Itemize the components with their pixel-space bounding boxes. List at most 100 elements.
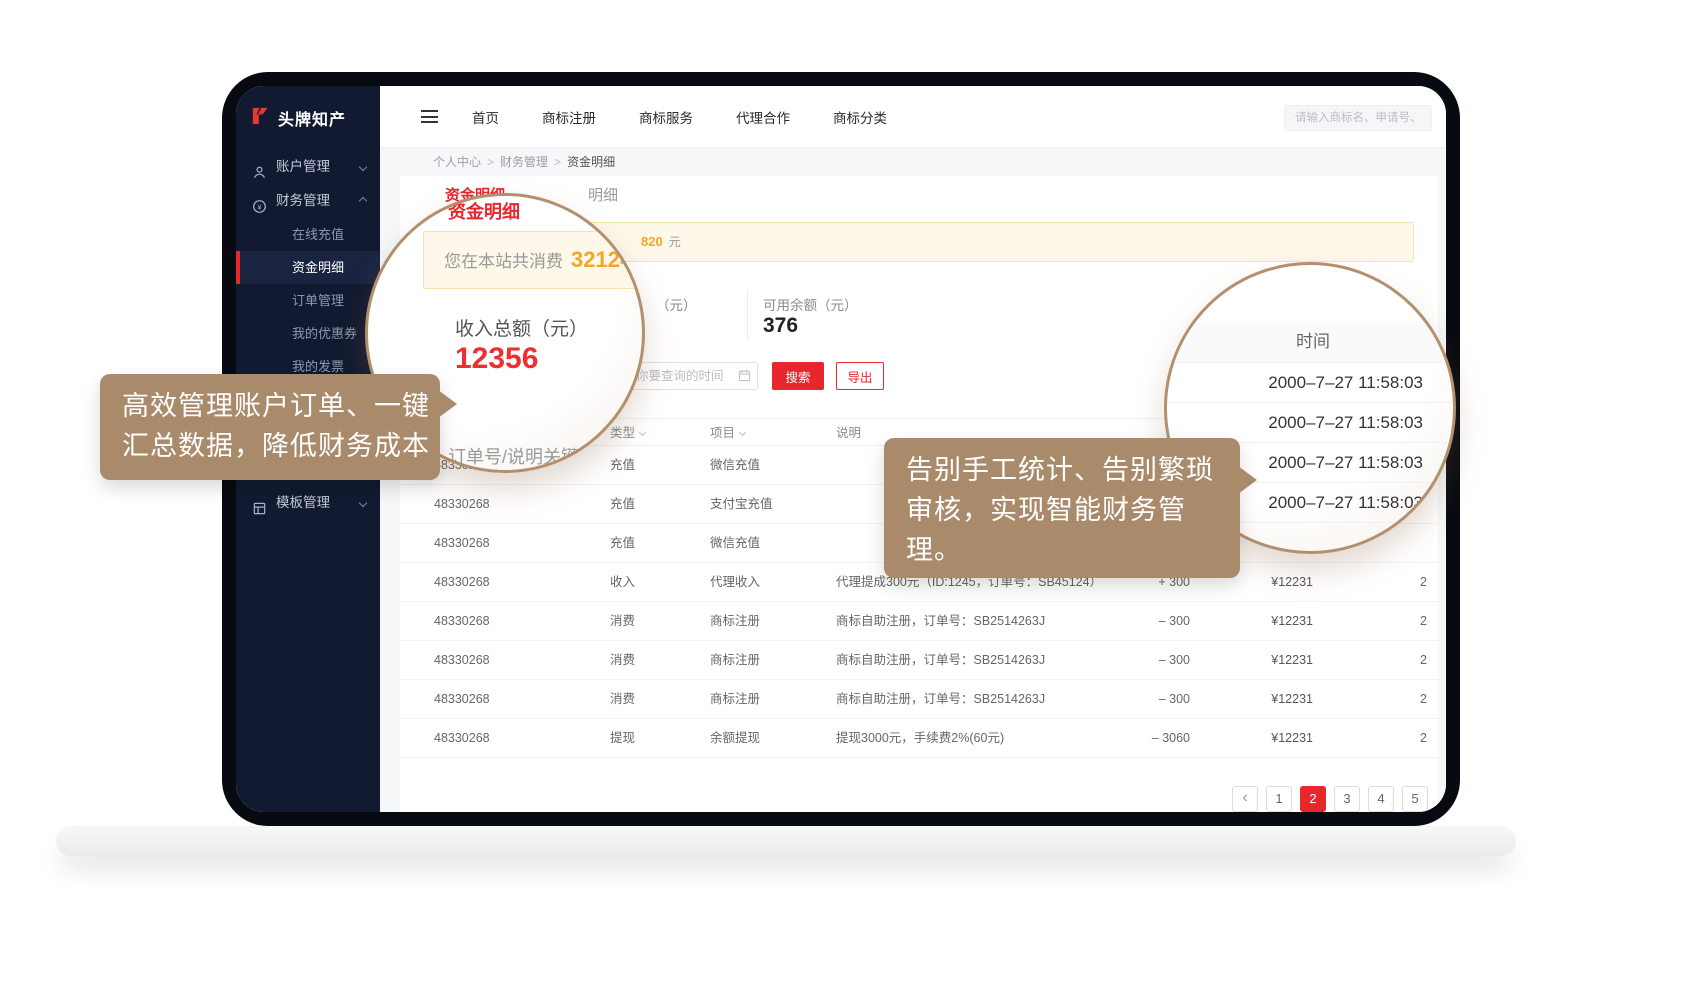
cell-project: 商标注册 — [710, 602, 760, 641]
cell-project: 微信充值 — [710, 446, 760, 485]
breadcrumb-separator: > — [487, 155, 494, 169]
cell-order: 48330268 — [434, 641, 490, 680]
search-button[interactable]: 搜索 — [772, 362, 824, 390]
magnified-time-row: 2000–7–27 11:58:03 — [1167, 363, 1456, 403]
time-column-header: 时间 — [1167, 321, 1456, 363]
cell-type: 充值 — [610, 446, 635, 485]
callout-text-line: 告别手工统计、告别繁琐 — [906, 450, 1218, 490]
sort-caret-icon — [739, 429, 746, 436]
callout-text-line: 审核，实现智能财务管 — [906, 490, 1218, 530]
nav-item-商标服务[interactable]: 商标服务 — [639, 107, 693, 127]
stat-divider — [747, 290, 748, 340]
logo-icon — [251, 106, 271, 131]
cell-type: 提现 — [610, 719, 635, 758]
table-row: 48330268消费商标注册商标自助注册，订单号：SB2514263J– 300… — [400, 602, 1438, 641]
balance-label: 可用余额（元） — [763, 294, 858, 314]
chevron-down-icon — [359, 163, 367, 171]
cell-order: 48330268 — [434, 485, 490, 524]
sidebar-item-label: 模板管理 — [276, 495, 330, 510]
cell-order: 48330268 — [434, 602, 490, 641]
cell-project: 商标注册 — [710, 680, 760, 719]
banner-visible-fragment: 820元 — [641, 223, 681, 261]
cell-type: 充值 — [610, 485, 635, 524]
cell-time-fragment: 2 — [1420, 680, 1438, 719]
table-row: 48330268消费商标注册商标自助注册，订单号：SB2514263J– 300… — [400, 641, 1438, 680]
sidebar-item-账户管理[interactable]: 账户管理 — [236, 150, 380, 184]
cell-time-fragment: 2 — [1420, 563, 1438, 602]
cell-order: 48330268 — [434, 563, 490, 602]
sidebar-item-label: 财务管理 — [276, 193, 330, 208]
breadcrumb-item-个人中心[interactable]: 个人中心 — [433, 155, 481, 169]
cell-type: 充值 — [610, 524, 635, 563]
cell-project: 微信充值 — [710, 524, 760, 563]
callout-text-line: 汇总数据，降低财务成本 — [122, 426, 418, 466]
balance-value: 376 — [763, 314, 798, 338]
nav-menu: 首页 商标注册 商标服务 代理合作 商标分类 — [472, 86, 887, 148]
chevron-up-icon — [359, 197, 367, 205]
magnified-order-header: 订单号/说明关键 — [448, 443, 579, 469]
cell-time-fragment: 2 — [1420, 641, 1438, 680]
nav-item-首页[interactable]: 首页 — [472, 107, 499, 127]
cell-type: 消费 — [610, 602, 635, 641]
cell-type: 收入 — [610, 563, 635, 602]
header-project[interactable]: 项目 — [710, 419, 745, 447]
callout-right: 告别手工统计、告别繁琐审核，实现智能财务管理。 — [884, 438, 1240, 578]
breadcrumb-item-财务管理[interactable]: 财务管理 — [500, 155, 548, 169]
sidebar-item-模板管理[interactable]: 模板管理 — [236, 486, 380, 520]
canvas: 头牌知产 账户管理¥财务管理在线充值资金明细订单管理我的优惠券我的发票模板管理 … — [0, 0, 1696, 1002]
hamburger-icon[interactable] — [421, 110, 438, 127]
top-navbar: 首页 商标注册 商标服务 代理合作 商标分类 — [380, 86, 1446, 148]
cell-description: 商标自助注册，订单号：SB2514263J — [836, 602, 1045, 641]
pagination-page-2[interactable]: 2 — [1300, 786, 1326, 812]
pagination-prev[interactable]: ‹ — [1232, 786, 1258, 812]
sidebar-item-财务管理[interactable]: ¥ 财务管理 — [236, 184, 380, 218]
svg-text:¥: ¥ — [257, 202, 262, 211]
cell-project: 支付宝充值 — [710, 485, 773, 524]
table-row: 48330268 提现 余额提现 提现3000元，手续费2%(60元) – 3060 ¥1… — [400, 719, 1438, 758]
chevron-down-icon — [359, 499, 367, 507]
pagination-page-4[interactable]: 4 — [1368, 786, 1394, 812]
cell-time-fragment: 2 — [1420, 719, 1438, 758]
sidebar-subitem-资金明细[interactable]: 资金明细 — [236, 251, 380, 284]
nav-item-代理合作[interactable]: 代理合作 — [736, 107, 790, 127]
calendar-icon[interactable] — [738, 369, 751, 387]
nav-item-商标分类[interactable]: 商标分类 — [833, 107, 887, 127]
brand-name: 头牌知产 — [278, 106, 346, 130]
magnified-banner: 您在本站共消费32124元 — [423, 231, 645, 289]
header-desc: 说明 — [836, 419, 861, 447]
cell-amount: – 300 — [1080, 680, 1190, 719]
magnified-time-row: 2000–7–27 11:58:03 — [1167, 403, 1456, 443]
sidebar-subitem-在线充值[interactable]: 在线充值 — [236, 218, 380, 251]
sidebar-subitem-订单管理[interactable]: 订单管理 — [236, 284, 380, 317]
pagination-page-3[interactable]: 3 — [1334, 786, 1360, 812]
tab-secondary-fragment[interactable]: 明细 — [588, 184, 618, 205]
cell-balance: ¥12231 — [1203, 641, 1313, 680]
cell-description: 商标自助注册，订单号：SB2514263J — [836, 641, 1045, 680]
nav-item-商标注册[interactable]: 商标注册 — [542, 107, 596, 127]
pagination-page-1[interactable]: 1 — [1266, 786, 1292, 812]
callout-text-line: 理。 — [906, 530, 1218, 570]
cell-type: 消费 — [610, 641, 635, 680]
cell-order: 48330268 — [434, 719, 490, 758]
magnified-tab-label: 资金明细 — [448, 198, 520, 224]
breadcrumb-separator: > — [554, 155, 561, 169]
cell-balance: ¥12231 — [1203, 602, 1313, 641]
pagination: ‹ 12345 — [1232, 786, 1428, 812]
laptop-base — [56, 826, 1516, 856]
cell-amount: – 3060 — [1080, 719, 1190, 758]
cell-description: 提现3000元，手续费2%(60元) — [836, 719, 1004, 758]
header-type[interactable]: 类型 — [610, 419, 645, 447]
trademark-search-input[interactable] — [1284, 105, 1432, 131]
cell-amount: – 300 — [1080, 641, 1190, 680]
export-button[interactable]: 导出 — [836, 362, 884, 390]
cell-time-fragment: 2 — [1420, 602, 1438, 641]
income-total-label: 收入总额（元） — [455, 314, 588, 341]
cell-project: 余额提现 — [710, 719, 760, 758]
pagination-page-5[interactable]: 5 — [1402, 786, 1428, 812]
sidebar-subitem-我的优惠券[interactable]: 我的优惠券 — [236, 317, 380, 350]
breadcrumb-item-资金明细: 资金明细 — [567, 155, 615, 169]
sort-caret-icon — [639, 429, 646, 436]
callout-text-line: 高效管理账户订单、一键 — [122, 386, 418, 426]
cell-balance: ¥12231 — [1203, 719, 1313, 758]
income-total-value: 12356 — [455, 342, 538, 376]
